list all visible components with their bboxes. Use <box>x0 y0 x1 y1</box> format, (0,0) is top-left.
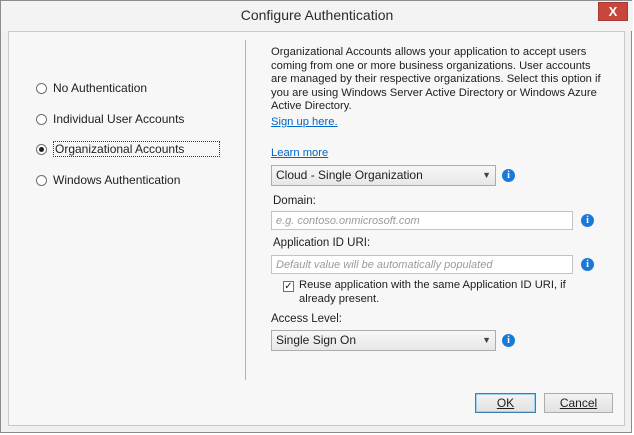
close-icon: X <box>608 4 618 19</box>
cancel-button-label: Cancel <box>559 396 598 410</box>
access-level-value: Single Sign On <box>276 333 357 347</box>
radio-organizational-accounts[interactable]: Organizational Accounts <box>36 140 220 158</box>
radio-individual-accounts[interactable]: Individual User Accounts <box>36 110 184 128</box>
radio-label-individual: Individual User Accounts <box>53 112 185 126</box>
info-icon[interactable]: i <box>581 258 594 271</box>
info-icon[interactable]: i <box>502 334 515 347</box>
vertical-divider <box>245 40 246 380</box>
domain-input[interactable] <box>272 212 572 229</box>
chevron-down-icon: ▼ <box>482 335 491 345</box>
radio-label-windows: Windows Authentication <box>53 173 181 187</box>
learn-more-link[interactable]: Learn more <box>271 147 328 159</box>
checkmark-icon: ✓ <box>284 281 293 292</box>
organization-type-dropdown[interactable]: Cloud - Single Organization ▼ <box>271 165 496 186</box>
radio-button[interactable] <box>36 82 47 94</box>
domain-label: Domain: <box>273 195 316 207</box>
radio-label-organizational: Organizational Accounts <box>53 141 220 157</box>
info-icon[interactable]: i <box>502 169 515 182</box>
reuse-app-label: Reuse application with the same Applicat… <box>299 279 566 305</box>
reuse-app-checkbox[interactable]: ✓ <box>283 281 294 292</box>
description-text: Organizational Accounts allows your appl… <box>271 46 601 112</box>
access-level-label: Access Level: <box>271 313 342 325</box>
access-level-dropdown[interactable]: Single Sign On ▼ <box>271 330 496 351</box>
radio-windows-auth[interactable]: Windows Authentication <box>36 171 180 189</box>
dialog-title: Configure Authentication <box>240 7 394 23</box>
radio-button[interactable] <box>36 113 47 125</box>
radio-button-selected[interactable] <box>36 143 47 155</box>
radio-no-auth[interactable]: No Authentication <box>36 79 147 97</box>
cancel-button[interactable]: Cancel <box>544 393 613 413</box>
ok-button[interactable]: OK <box>475 393 536 413</box>
dialog-body: No Authentication Individual User Accoun… <box>8 31 625 426</box>
ok-button-label: OK <box>496 396 515 410</box>
domain-field[interactable] <box>271 211 573 230</box>
organization-type-value: Cloud - Single Organization <box>276 168 423 182</box>
close-button[interactable]: X <box>598 2 628 21</box>
chevron-down-icon: ▼ <box>482 170 491 180</box>
info-icon[interactable]: i <box>581 214 594 227</box>
app-id-uri-label: Application ID URI: <box>273 237 371 249</box>
radio-button[interactable] <box>36 174 47 186</box>
sign-up-link[interactable]: Sign up here. <box>271 116 338 128</box>
configure-auth-dialog: Configure Authentication X No Authentica… <box>0 0 633 433</box>
app-id-uri-input[interactable] <box>272 256 572 273</box>
app-id-uri-field[interactable] <box>271 255 573 274</box>
radio-label-no-auth: No Authentication <box>53 81 148 95</box>
title-bar[interactable]: Configure Authentication X <box>1 1 633 31</box>
